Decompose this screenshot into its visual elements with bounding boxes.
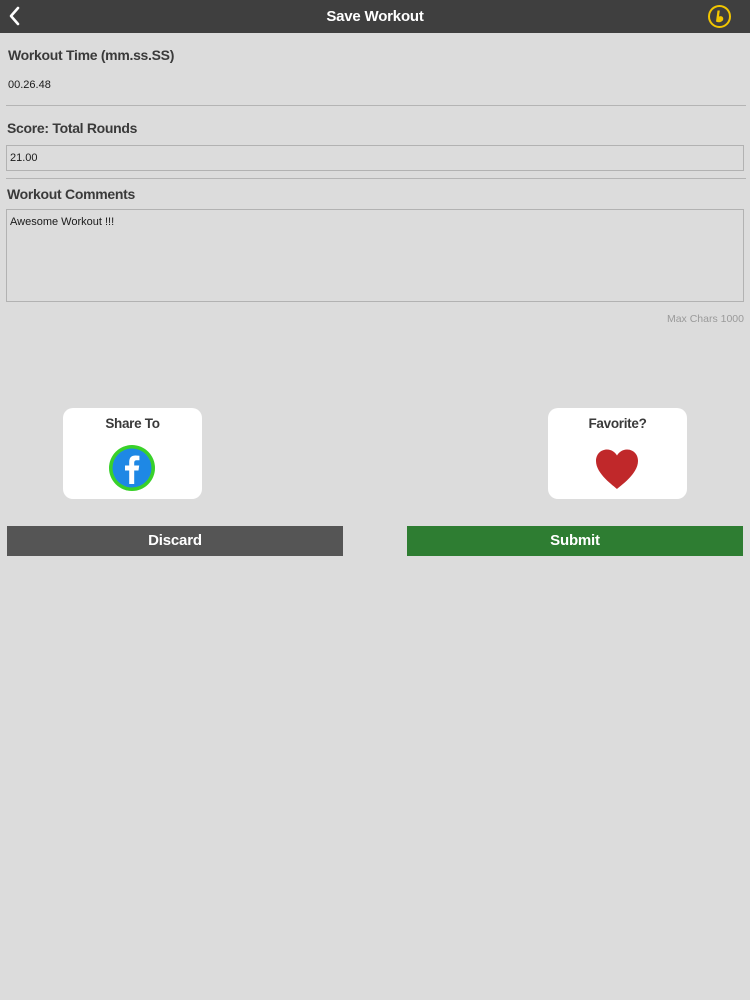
score-input[interactable]: [6, 145, 744, 171]
comments-textarea[interactable]: Awesome Workout !!!: [6, 209, 744, 302]
brand-logo-icon: [708, 5, 731, 28]
score-label: Score: Total Rounds: [7, 120, 138, 136]
page-title: Save Workout: [326, 8, 424, 25]
max-chars-hint: Max Chars 1000: [666, 313, 744, 325]
submit-button[interactable]: Submit: [407, 526, 743, 556]
divider: [6, 178, 746, 179]
comments-label: Workout Comments: [7, 186, 135, 202]
brand-logo-button[interactable]: [707, 4, 732, 29]
favorite-label: Favorite?: [588, 416, 647, 431]
favorite-card[interactable]: Favorite?: [548, 408, 687, 499]
workout-time-label: Workout Time (mm.ss.SS): [8, 47, 175, 63]
discard-button[interactable]: Discard: [7, 526, 343, 556]
heart-icon: [596, 449, 638, 489]
workout-time-value: 00.26.48: [8, 79, 51, 91]
top-bar: Save Workout: [0, 0, 750, 33]
share-label: Share To: [105, 416, 160, 431]
share-card[interactable]: Share To: [63, 408, 202, 499]
divider: [6, 105, 746, 106]
facebook-icon: [109, 445, 155, 491]
